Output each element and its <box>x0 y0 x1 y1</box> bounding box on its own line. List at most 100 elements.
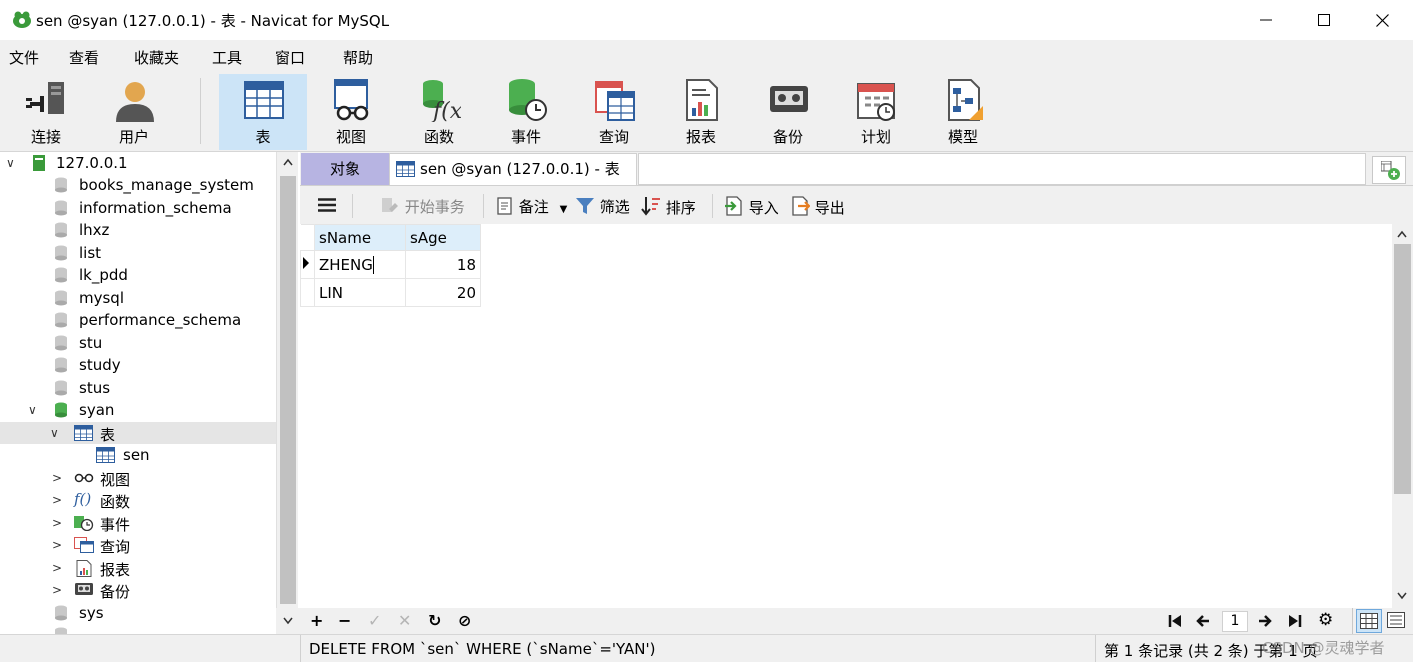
maximize-button[interactable] <box>1295 0 1353 40</box>
scroll-up-icon[interactable] <box>283 158 293 166</box>
menu-tools[interactable]: 工具 <box>212 47 242 68</box>
next-page-icon[interactable] <box>1258 614 1272 628</box>
last-page-icon[interactable] <box>1288 614 1302 628</box>
toolbar-event-button[interactable]: 事件 <box>482 74 570 150</box>
new-tab-button[interactable] <box>1372 156 1406 184</box>
tree-folder-queries[interactable]: > 查询 <box>0 534 276 556</box>
tree-connection[interactable]: ∨ 127.0.0.1 <box>0 152 276 174</box>
note-button[interactable]: 备注 ▼ <box>496 196 567 217</box>
toolbar-user-button[interactable]: 用户 <box>90 74 178 150</box>
begin-transaction-button[interactable]: 开始事务 <box>380 196 465 217</box>
menu-window[interactable]: 窗口 <box>275 47 305 68</box>
toolbar-model-button[interactable]: 模型 <box>919 74 1007 150</box>
chevron-down-icon[interactable]: ∨ <box>50 426 59 440</box>
minimize-button[interactable] <box>1237 0 1295 40</box>
refresh-button[interactable]: ↻ <box>428 611 441 630</box>
schedule-icon <box>857 83 895 121</box>
table-row[interactable]: ZHENG 18 <box>300 250 481 279</box>
toolbar-schedule-button[interactable]: 计划 <box>832 74 920 150</box>
toolbar-table-button[interactable]: 表 <box>219 74 307 150</box>
toolbar-query-button[interactable]: 查询 <box>570 74 658 150</box>
tree-folder-events[interactable]: > 事件 <box>0 512 276 534</box>
tree-database[interactable]: books_manage_system <box>0 174 276 196</box>
sort-button[interactable]: 排序 <box>641 196 696 218</box>
table-cell[interactable]: 20 <box>405 278 481 307</box>
menu-view[interactable]: 查看 <box>69 47 99 68</box>
add-record-button[interactable]: + <box>310 611 323 630</box>
grid-view-toggle[interactable] <box>1356 609 1382 633</box>
tree-database[interactable]: mysql <box>0 287 276 309</box>
tree-scroll-down[interactable] <box>276 608 300 634</box>
grid-scrollbar[interactable] <box>1392 224 1413 608</box>
chevron-right-icon[interactable]: > <box>52 583 62 597</box>
hamburger-menu-icon[interactable] <box>318 198 336 212</box>
tree-folder-views[interactable]: > 视图 <box>0 467 276 489</box>
delete-record-button[interactable]: − <box>338 611 351 630</box>
tree-folder-reports[interactable]: > 报表 <box>0 557 276 579</box>
menu-file[interactable]: 文件 <box>9 47 39 68</box>
scroll-up-icon[interactable] <box>1397 230 1407 238</box>
chevron-right-icon[interactable]: > <box>52 516 62 530</box>
tree-database[interactable]: lk_pdd <box>0 264 276 286</box>
export-button[interactable]: 导出 <box>790 196 845 218</box>
tab-objects[interactable]: 对象 <box>301 153 389 185</box>
filter-button[interactable]: 筛选 <box>575 196 630 217</box>
row-indicator[interactable] <box>300 278 315 307</box>
tree-database[interactable]: lhxz <box>0 219 276 241</box>
tree-scrollbar[interactable] <box>276 152 298 634</box>
tree-scroll-thumb[interactable] <box>280 176 296 604</box>
table-row[interactable]: LIN 20 <box>300 278 481 307</box>
dropdown-arrow-icon[interactable]: ▼ <box>560 204 568 215</box>
table-cell[interactable]: ZHENG <box>314 250 406 279</box>
chevron-right-icon[interactable]: > <box>52 471 62 485</box>
tree-database[interactable]: study <box>0 354 276 376</box>
toolbar-label: 函数 <box>423 128 454 146</box>
toolbar-view-button[interactable]: 视图 <box>307 74 395 150</box>
tree-database[interactable]: information_schema <box>0 197 276 219</box>
gear-icon[interactable]: ⚙ <box>1318 610 1333 630</box>
apply-changes-button[interactable]: ✓ <box>368 611 381 630</box>
row-indicator[interactable] <box>300 250 315 279</box>
export-icon <box>792 196 811 216</box>
column-header[interactable]: sName <box>314 224 406 251</box>
tree-folder-backups[interactable]: > 备份 <box>0 579 276 601</box>
tree-database[interactable]: stus <box>0 377 276 399</box>
chevron-right-icon[interactable]: > <box>52 538 62 552</box>
table-cell[interactable]: 18 <box>405 250 481 279</box>
grid-scroll-thumb[interactable] <box>1394 244 1411 494</box>
previous-page-icon[interactable] <box>1196 614 1210 628</box>
tree-connection-label: 127.0.0.1 <box>56 154 128 172</box>
toolbar-report-button[interactable]: 报表 <box>657 74 745 150</box>
page-number-input[interactable]: 1 <box>1222 611 1248 632</box>
scroll-down-icon[interactable] <box>1397 592 1407 600</box>
tree-database[interactable]: performance_schema <box>0 309 276 331</box>
menu-help[interactable]: 帮助 <box>343 47 373 68</box>
tree-folder-functions[interactable]: > f() 函数 <box>0 489 276 511</box>
close-button[interactable] <box>1353 0 1411 40</box>
form-view-toggle[interactable] <box>1384 609 1410 633</box>
discard-changes-button[interactable]: ✕ <box>398 611 411 630</box>
tree-database-partial[interactable] <box>0 624 276 634</box>
stop-button[interactable]: ⊘ <box>458 611 471 630</box>
chevron-down-icon[interactable]: ∨ <box>28 403 37 417</box>
tab-table-data[interactable]: sen @syan (127.0.0.1) - 表 <box>389 153 637 185</box>
tree-tables-node[interactable]: ∨ 表 <box>0 422 276 444</box>
import-button[interactable]: 导入 <box>724 196 779 218</box>
tree-database[interactable]: list <box>0 242 276 264</box>
tree-database[interactable]: sys <box>0 602 276 624</box>
tree-database[interactable]: stu <box>0 332 276 354</box>
chevron-down-icon <box>283 617 293 625</box>
menu-favorites[interactable]: 收藏夹 <box>134 47 179 68</box>
tree-database-open[interactable]: ∨ syan <box>0 399 276 421</box>
first-page-icon[interactable] <box>1168 614 1182 628</box>
toolbar-function-button[interactable]: f(x) 函数 <box>395 74 483 150</box>
tree-folder-label: 查询 <box>100 538 131 556</box>
toolbar-backup-button[interactable]: 备份 <box>744 74 832 150</box>
column-header[interactable]: sAge <box>405 224 481 251</box>
table-cell[interactable]: LIN <box>314 278 406 307</box>
chevron-right-icon[interactable]: > <box>52 561 62 575</box>
toolbar-connect-button[interactable]: 连接 <box>2 74 90 150</box>
tree-table-item[interactable]: sen <box>0 444 276 466</box>
chevron-right-icon[interactable]: > <box>52 493 62 507</box>
chevron-down-icon[interactable]: ∨ <box>6 156 15 170</box>
